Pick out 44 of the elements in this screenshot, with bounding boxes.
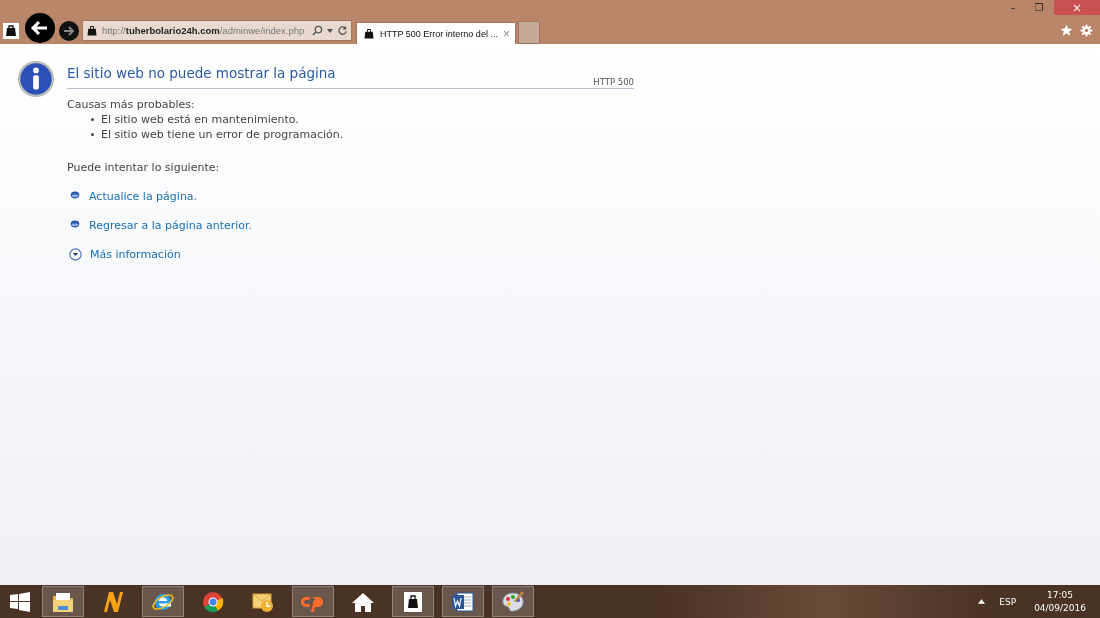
bag-icon xyxy=(363,27,375,40)
link[interactable]: Actualice la página. xyxy=(89,190,198,203)
expand-icon[interactable] xyxy=(69,248,82,261)
palette-icon xyxy=(501,589,525,614)
bag-icon xyxy=(401,589,425,614)
close-button[interactable]: × xyxy=(1054,0,1100,15)
taskbar-button[interactable] xyxy=(142,586,184,617)
bag-icon xyxy=(86,24,98,37)
try-heading: Puede intentar lo siguiente: xyxy=(67,161,221,174)
info-icon xyxy=(17,60,55,98)
bag-icon[interactable] xyxy=(3,22,19,39)
browser-tab[interactable]: HTTP 500 Error interno del ... × xyxy=(356,22,516,44)
clock[interactable]: 17:05 04/09/2016 xyxy=(1034,588,1086,615)
link[interactable]: Más información xyxy=(90,248,181,261)
settings-icon[interactable] xyxy=(1080,24,1093,37)
language-indicator[interactable]: ESP xyxy=(999,596,1017,607)
document-w-icon xyxy=(451,589,475,614)
start-button[interactable] xyxy=(10,591,30,612)
forward-button[interactable] xyxy=(59,20,79,41)
error-code: HTTP 500 xyxy=(593,77,634,89)
taskbar-button[interactable] xyxy=(42,586,84,617)
taskbar-button[interactable] xyxy=(392,586,434,617)
restore-button[interactable]: ❐ xyxy=(1026,0,1052,15)
taskbar-button[interactable] xyxy=(442,586,484,617)
minimize-button[interactable]: – xyxy=(1000,0,1026,15)
link[interactable]: Regresar a la página anterior. xyxy=(89,219,253,232)
caret-icon[interactable] xyxy=(327,28,333,33)
chrome-icon xyxy=(201,589,225,614)
tray-arrow-icon[interactable] xyxy=(978,599,986,604)
star-icon[interactable] xyxy=(1060,24,1073,37)
refresh-icon[interactable] xyxy=(337,25,348,36)
url-text: http://tuherbolario24h.com/adminwe/index.php xyxy=(102,25,306,36)
back-button[interactable] xyxy=(25,12,55,43)
close-tab-button[interactable]: × xyxy=(502,26,510,41)
bullet-icon xyxy=(91,133,94,136)
search-icon[interactable] xyxy=(312,25,323,36)
address-bar[interactable]: http://tuherbolario24h.com/adminwe/index.php xyxy=(82,20,352,41)
cause-item: El sitio web está en mantenimiento. xyxy=(101,113,299,126)
causes-heading: Causas más probables: xyxy=(67,98,196,111)
tab-title: HTTP 500 Error interno del ... xyxy=(380,28,498,39)
cause-item: El sitio web tiene un error de programación. xyxy=(101,128,344,141)
bullet-icon xyxy=(91,118,94,121)
letter-n-icon xyxy=(101,589,125,614)
page-title: El sitio web no puede mostrar la página xyxy=(67,65,337,81)
